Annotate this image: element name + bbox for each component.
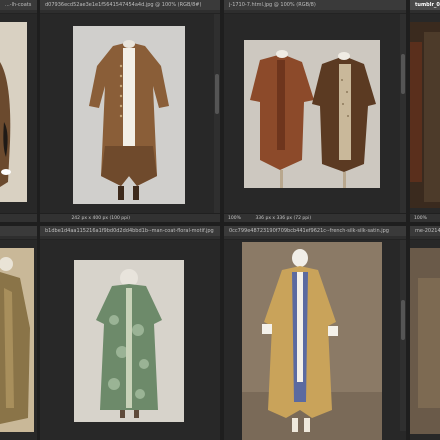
partial-photo bbox=[410, 248, 440, 434]
document-dimensions: 242 px x 400 px (100 ppi) bbox=[71, 216, 130, 221]
doc-tab-6[interactable]: b1dbe1d4aa115216a1f9bd0d2dd4bbd1b--man-c… bbox=[40, 226, 220, 236]
doc-window-4[interactable]: tumblr_0... 100% bbox=[410, 0, 440, 222]
gold-silk-coat-photo bbox=[242, 242, 382, 440]
canvas bbox=[224, 240, 406, 440]
doc-tab-1[interactable]: ...-lh-coats bbox=[0, 0, 37, 10]
doc-tab-4[interactable]: tumblr_0... bbox=[410, 0, 440, 10]
doc-window-7[interactable]: 0cc799e48723190f709bcb441ef9621c--french… bbox=[224, 226, 406, 440]
doc-window-2[interactable]: d07936ecd52ae3e1e1f5641547454a4d.jpg @ 1… bbox=[40, 0, 220, 222]
partial-photo bbox=[410, 22, 440, 208]
canvas bbox=[410, 240, 440, 440]
canvas bbox=[40, 240, 220, 440]
canvas bbox=[0, 240, 37, 440]
canvas bbox=[40, 14, 220, 213]
doc-window-8[interactable]: me-20214... bbox=[410, 226, 440, 440]
doc-window-3[interactable]: j-1710-7.html.jpg @ 100% (RGB/8) 100% 33… bbox=[224, 0, 406, 222]
canvas bbox=[410, 14, 440, 213]
doc-window-1[interactable]: ...-lh-coats bbox=[0, 0, 37, 222]
two-coats-photo bbox=[244, 40, 380, 188]
canvas bbox=[224, 14, 406, 213]
doc-tab-5[interactable] bbox=[0, 226, 37, 236]
doc-window-5[interactable] bbox=[0, 226, 37, 440]
vertical-scrollbar[interactable] bbox=[400, 14, 406, 213]
document-dimensions: 336 px x 336 px (72 ppi) bbox=[255, 216, 312, 221]
vertical-scrollbar[interactable] bbox=[400, 240, 406, 431]
coat-photo-partial bbox=[0, 22, 27, 202]
floral-coat-photo bbox=[74, 260, 184, 422]
doc-tab-2[interactable]: d07936ecd52ae3e1e1f5641547454a4d.jpg @ 1… bbox=[40, 0, 220, 10]
status-bar bbox=[0, 213, 37, 222]
doc-tab-7[interactable]: 0cc799e48723190f709bcb441ef9621c--french… bbox=[224, 226, 406, 236]
doc-tab-8[interactable]: me-20214... bbox=[410, 226, 440, 236]
status-bar: 100% bbox=[410, 213, 440, 222]
status-bar: 100% 336 px x 336 px (72 ppi) bbox=[224, 213, 406, 222]
doc-window-6[interactable]: b1dbe1d4aa115216a1f9bd0d2dd4bbd1b--man-c… bbox=[40, 226, 220, 440]
status-bar: 242 px x 400 px (100 ppi) bbox=[40, 213, 220, 222]
brown-coat-photo bbox=[73, 26, 185, 204]
canvas bbox=[0, 14, 37, 213]
vertical-scrollbar[interactable] bbox=[214, 14, 220, 213]
zoom-level[interactable]: 100% bbox=[228, 214, 254, 222]
doc-tab-3[interactable]: j-1710-7.html.jpg @ 100% (RGB/8) bbox=[224, 0, 406, 10]
zoom-level[interactable]: 100% bbox=[414, 216, 427, 221]
robe-photo-partial bbox=[0, 248, 34, 432]
